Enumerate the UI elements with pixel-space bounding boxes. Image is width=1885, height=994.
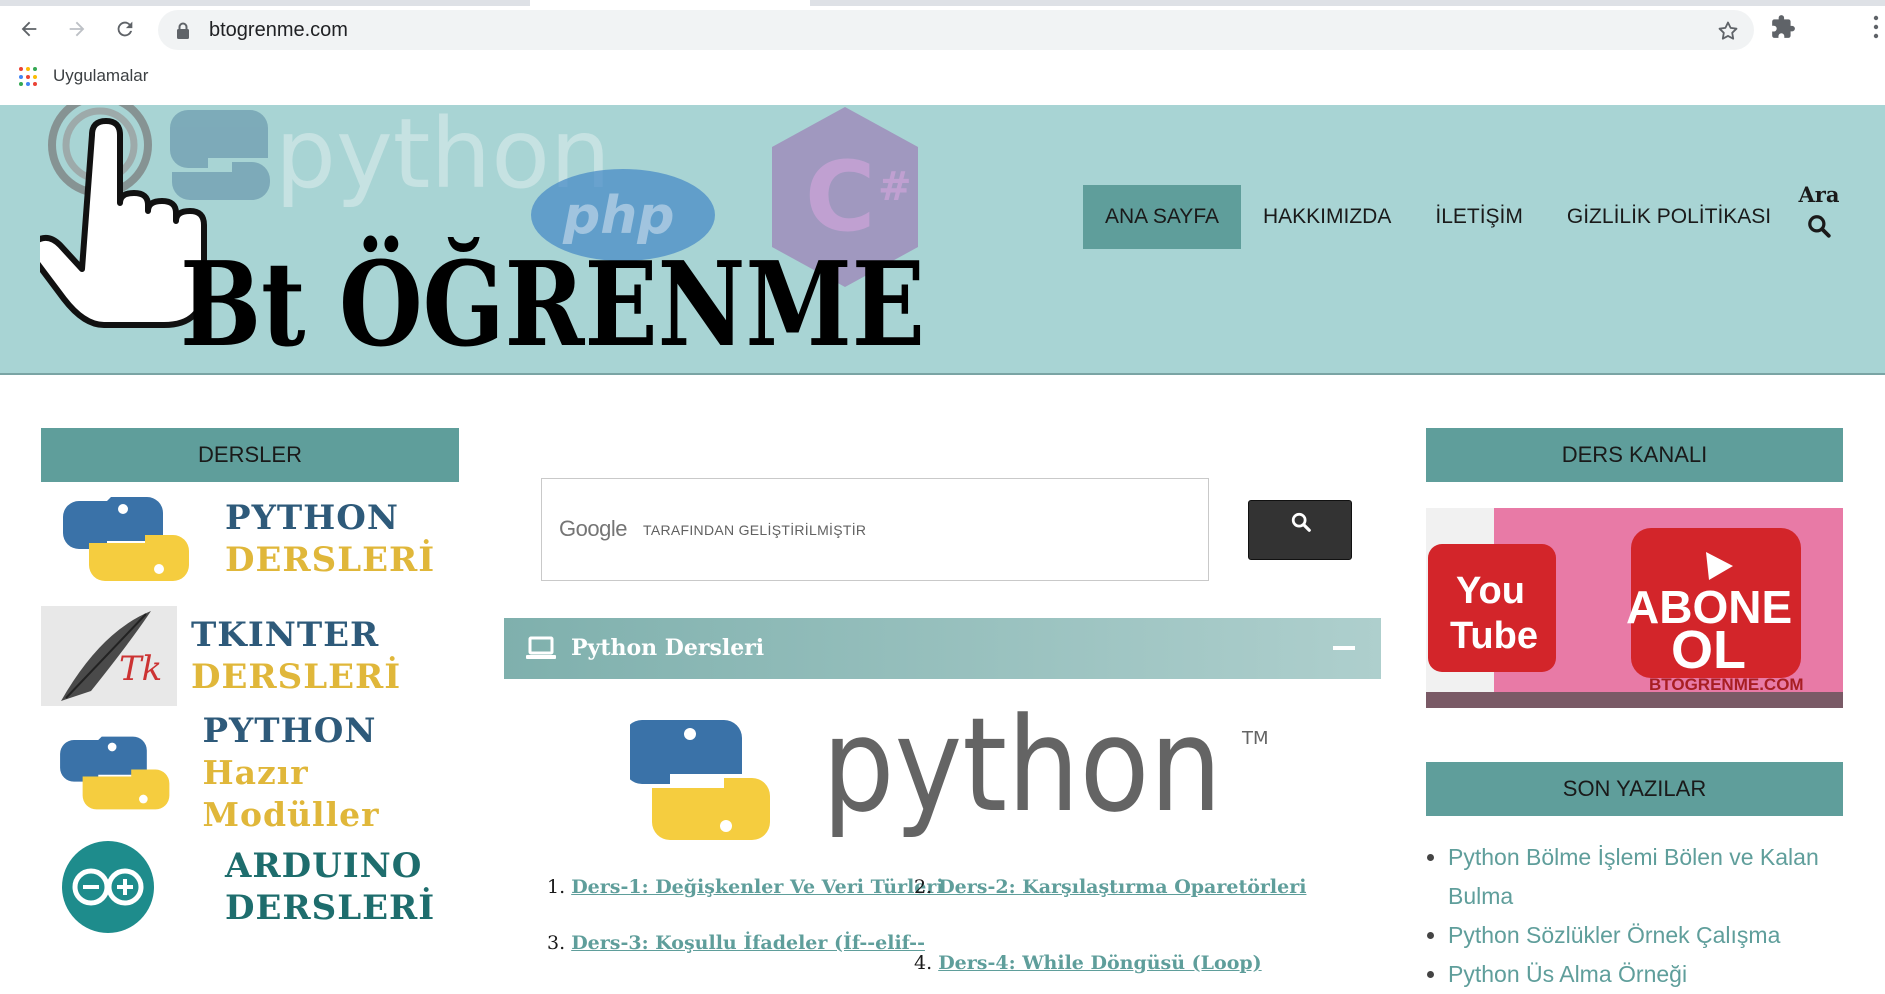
arrow-right-icon	[69, 21, 85, 37]
lesson-item: 1. Ders-1: Değişkenler Ve Veri Türleri	[547, 876, 944, 898]
recent-posts-title: SON YAZILAR	[1426, 762, 1843, 816]
accordion-title: Python Dersleri	[571, 635, 765, 661]
recent-posts-list: Python Bölme İşlemi Bölen ve Kalan Bulma…	[1426, 838, 1843, 994]
youtube-subscribe-banner[interactable]: You Tube ABONE OL BTOGRENME.COM	[1426, 508, 1843, 708]
course-arduino[interactable]: ARDUINO DERSLERİ	[41, 830, 459, 944]
url-text: btogrenme.com	[209, 19, 348, 41]
course-tkinter-line1: TKINTER	[191, 615, 380, 655]
right-sidebar: DERS KANALI You Tube ABONE OL BTOGRENME.…	[1426, 428, 1843, 994]
google-search-caption: TARAFINDAN GELİŞTİRİLMİŞTİR	[643, 522, 867, 538]
logo-bg-python-icon	[170, 110, 270, 200]
google-search-button[interactable]	[1248, 500, 1352, 560]
arduino-logo-icon	[62, 841, 154, 933]
youtube-banner-graphic: You Tube ABONE OL BTOGRENME.COM	[1426, 508, 1843, 708]
tk-text: Tk	[119, 649, 162, 689]
python-lessons-accordion[interactable]: Python Dersleri	[504, 618, 1381, 679]
yt-you: You	[1456, 570, 1525, 612]
back-button[interactable]	[14, 14, 44, 44]
lesson-link[interactable]: Ders-3: Koşullu İfadeler (İf--elif--	[571, 932, 925, 954]
google-search-input[interactable]: Google TARAFINDAN GELİŞTİRİLMİŞTİR	[541, 478, 1209, 581]
menu-item-home[interactable]: ANA SAYFA	[1083, 185, 1241, 249]
python-tm: TM	[1241, 728, 1269, 749]
collapse-icon[interactable]	[1333, 646, 1355, 650]
course-python-line2: DERSLERİ	[225, 540, 436, 580]
courses-widget-title: DERSLER	[41, 428, 459, 482]
course-arduino-line2: DERSLERİ	[225, 888, 436, 928]
python-word: python	[822, 710, 1222, 841]
lesson-number: 2.	[914, 876, 933, 898]
reload-icon	[117, 21, 133, 37]
lesson-item: 2. Ders-2: Karşılaştırma Oparetörleri	[914, 876, 1306, 898]
kebab-menu-icon	[1873, 15, 1879, 39]
menu-button[interactable]	[1872, 14, 1880, 45]
yt-site: BTOGRENME.COM	[1649, 675, 1804, 694]
lesson-number: 1.	[547, 876, 566, 898]
python-banner-logo: python TM	[630, 710, 1269, 841]
puzzle-icon	[1772, 15, 1795, 38]
site-header: python php C # Bt ÖĞRENME ANA SAYFA HAKK…	[0, 105, 1885, 375]
course-tkinter[interactable]: Tk TKINTER DERSLERİ	[41, 596, 459, 716]
course-modules-line1: PYTHON	[202, 711, 377, 751]
lesson-link[interactable]: Ders-1: Değişkenler Ve Veri Türleri	[571, 876, 943, 898]
yt-ol: OL	[1671, 620, 1746, 680]
recent-post-link[interactable]: Python Bölme İşlemi Bölen ve Kalan Bulma	[1448, 838, 1843, 916]
lesson-item: 3. Ders-3: Koşullu İfadeler (İf--elif--	[547, 932, 925, 954]
recent-post-link[interactable]: Python Sözlükler Örnek Çalışma	[1448, 916, 1843, 955]
lesson-number: 3.	[547, 932, 566, 954]
forward-button[interactable]	[62, 14, 92, 44]
python-logo-icon	[63, 497, 189, 581]
course-tkinter-line2: DERSLERİ	[191, 657, 402, 697]
logo-title: Bt ÖĞRENME	[180, 236, 925, 373]
menu-item-about[interactable]: HAKKIMIZDA	[1241, 185, 1413, 249]
python-logo-icon	[60, 736, 170, 810]
reload-button[interactable]	[110, 14, 140, 44]
bookmarks-bar: Uygulamalar	[0, 62, 1885, 92]
left-sidebar: DERSLER PYTHON DERSLERİ Tk TKINTER DERSL…	[41, 428, 459, 944]
header-search-label: Ara	[1798, 182, 1840, 207]
yt-tube: Tube	[1450, 615, 1538, 657]
course-python-modules[interactable]: PYTHON Hazır Modüller	[41, 711, 459, 834]
apps-bookmark[interactable]: Uygulamalar	[53, 66, 148, 86]
course-python-line1: PYTHON	[225, 498, 399, 538]
google-brand: Google	[559, 516, 627, 541]
menu-item-contact[interactable]: İLETİŞİM	[1413, 185, 1545, 249]
svg-text:#: #	[878, 164, 912, 210]
recent-post-link[interactable]: Python Üs Alma Örneği	[1448, 955, 1843, 994]
search-icon	[1291, 512, 1311, 532]
main-menu: ANA SAYFA HAKKIMIZDA İLETİŞİM GİZLİLİK P…	[1083, 185, 1793, 249]
lock-icon	[177, 22, 189, 39]
address-bar[interactable]: btogrenme.com	[158, 10, 1754, 50]
laptop-icon	[526, 636, 556, 659]
lesson-link[interactable]: Ders-4: While Döngüsü (Loop)	[938, 952, 1261, 974]
header-search[interactable]: Ara	[1797, 182, 1841, 244]
lesson-link[interactable]: Ders-2: Karşılaştırma Oparetörleri	[938, 876, 1306, 898]
course-arduino-line1: ARDUINO	[225, 846, 423, 886]
lesson-number: 4.	[914, 952, 933, 974]
search-icon[interactable]	[1806, 213, 1832, 239]
channel-widget-title: DERS KANALI	[1426, 428, 1843, 482]
apps-grid-icon[interactable]	[19, 67, 39, 87]
site-logo[interactable]: python php C # Bt ÖĞRENME	[40, 105, 940, 375]
extensions-button[interactable]	[1770, 14, 1796, 45]
course-modules-line2: Hazır Modüller	[202, 753, 380, 834]
course-python[interactable]: PYTHON DERSLERİ	[41, 482, 459, 596]
browser-chrome: btogrenme.com Uygulamalar	[0, 0, 1885, 105]
arrow-left-icon	[21, 21, 37, 37]
lesson-item: 4. Ders-4: While Döngüsü (Loop)	[914, 952, 1262, 974]
tk-feather-icon: Tk	[41, 606, 177, 706]
star-icon[interactable]	[1716, 19, 1740, 43]
tab-strip	[0, 0, 1885, 6]
menu-item-privacy[interactable]: GİZLİLİK POLİTİKASI	[1545, 185, 1793, 249]
